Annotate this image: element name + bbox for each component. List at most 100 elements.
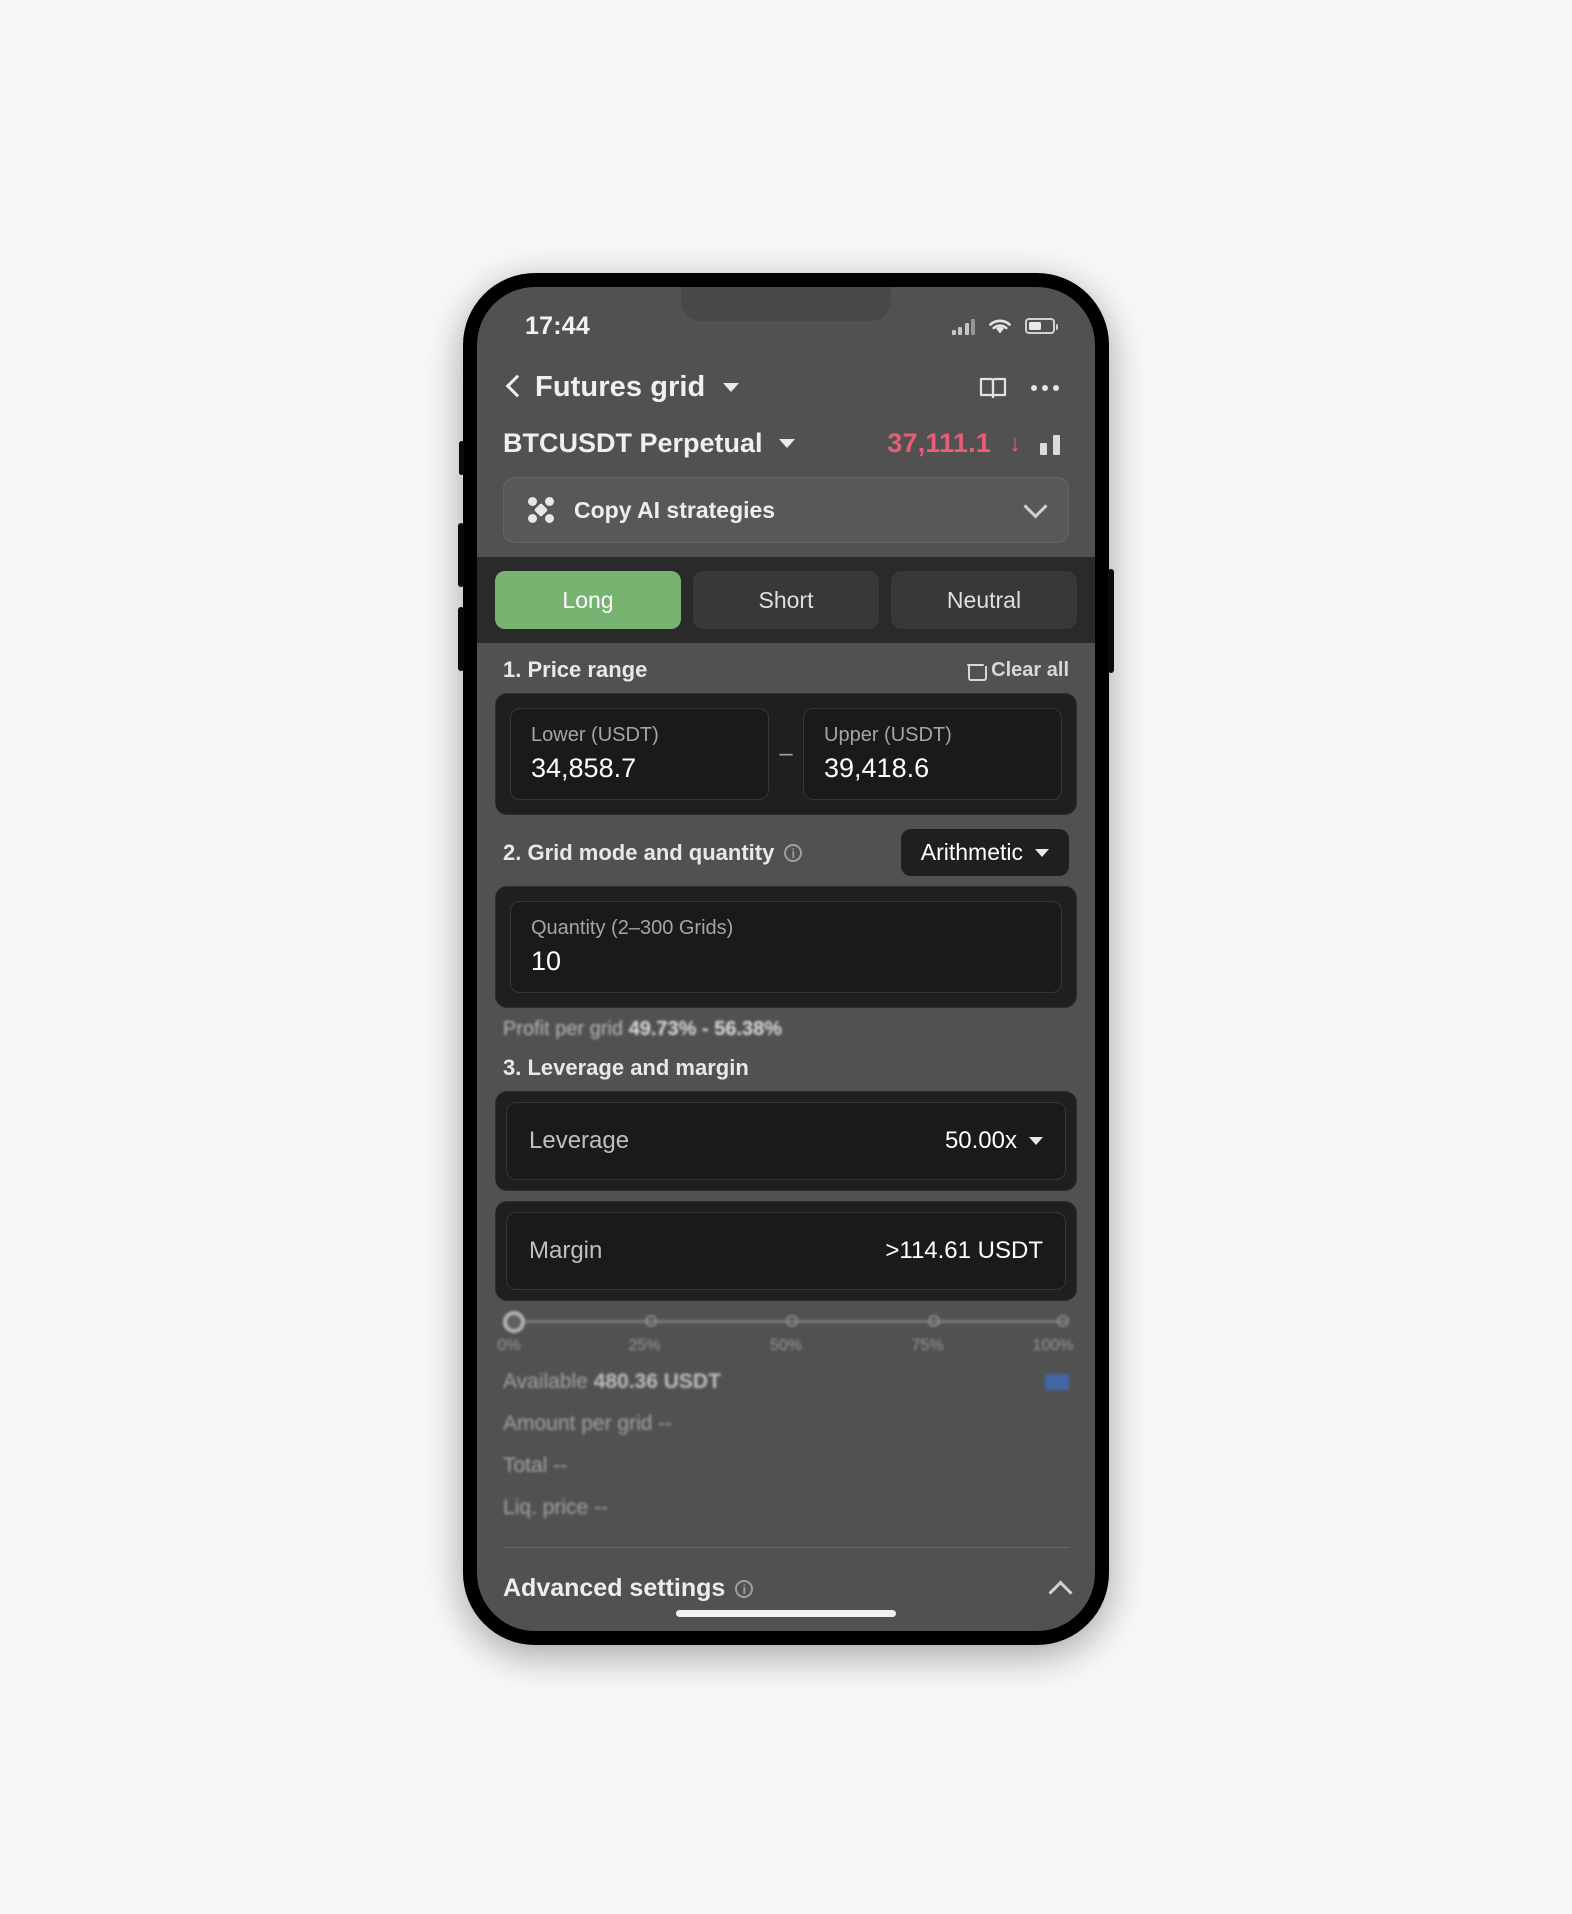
arrow-down-icon: ↓	[1009, 429, 1021, 457]
ai-bar-left: Copy AI strategies	[528, 497, 775, 524]
upper-price-input[interactable]: Upper (USDT) 39,418.6	[803, 708, 1062, 800]
margin-row[interactable]: Margin >114.61 USDT	[506, 1212, 1066, 1290]
volume-down-button[interactable]	[458, 607, 464, 671]
price-range-header: 1. Price range Clear all	[477, 643, 1095, 693]
screenshot-stage: 17:44 Futures grid BTCUSDT Perpetual 37,…	[0, 0, 1572, 1914]
slider-tick-75: 75%	[911, 1337, 944, 1354]
header-right-group	[979, 376, 1059, 400]
margin-percent-slider[interactable]: 0% 25% 50% 75% 100%	[497, 1311, 1073, 1357]
slider-tick-50: 50%	[769, 1337, 803, 1354]
amount-per-grid-label: Amount per grid	[503, 1412, 653, 1435]
tab-long[interactable]: Long	[495, 571, 681, 629]
chevron-down-icon[interactable]	[1023, 494, 1048, 519]
tab-short[interactable]: Short	[693, 571, 879, 629]
range-separator: –	[779, 740, 793, 767]
power-button[interactable]	[1108, 569, 1114, 673]
amount-per-grid-value: --	[658, 1412, 673, 1435]
slider-tick-25: 25%	[628, 1337, 661, 1354]
quantity-card: Quantity (2–300 Grids) 10	[495, 886, 1077, 1008]
book-icon[interactable]	[979, 376, 1007, 400]
grid-mode-header: 2. Grid mode and quantity i Arithmetic	[477, 815, 1095, 886]
caret-down-icon[interactable]	[723, 383, 740, 392]
last-price: 37,111.1	[887, 428, 991, 458]
leverage-row[interactable]: Leverage 50.00x	[506, 1102, 1066, 1180]
symbol-selector[interactable]: BTCUSDT Perpetual	[503, 428, 795, 459]
trash-icon	[967, 662, 988, 681]
slider-knob[interactable]	[503, 1311, 525, 1333]
slider-tick-0: 0%	[497, 1337, 521, 1354]
clear-all-label: Clear all	[991, 658, 1069, 681]
start-condition-value-group: Instant	[974, 1629, 1069, 1631]
leverage-header: 3. Leverage and margin	[477, 1041, 1095, 1091]
direction-tabs-wrap: Long Short Neutral	[477, 557, 1095, 643]
lower-price-input[interactable]: Lower (USDT) 34,858.7	[510, 708, 769, 800]
status-icons	[951, 317, 1058, 336]
total-text: Total --	[503, 1454, 567, 1478]
liq-price-label: Liq. price	[503, 1496, 589, 1519]
symbol-label: BTCUSDT Perpetual	[503, 428, 763, 458]
leverage-label: Leverage	[529, 1127, 630, 1154]
kline-chart-icon[interactable]	[1039, 431, 1069, 457]
info-icon[interactable]: i	[735, 1579, 754, 1598]
cellular-bars-icon	[951, 318, 975, 335]
liq-price-value: --	[594, 1496, 609, 1519]
upper-price-value: 39,418.6	[824, 753, 930, 783]
summary-row-available: Available 480.36 USDT	[503, 1361, 1069, 1403]
lower-price-label: Lower (USDT)	[531, 724, 659, 746]
upper-price-label: Upper (USDT)	[824, 724, 952, 746]
available-value: 480.36 USDT	[593, 1370, 721, 1393]
leverage-section-title: 3. Leverage and margin	[503, 1055, 749, 1080]
summary-row-amount-per-grid: Amount per grid --	[503, 1403, 1069, 1445]
app-header: Futures grid	[477, 349, 1095, 418]
quantity-value: 10	[531, 946, 562, 976]
slider-dot-50	[786, 1315, 798, 1327]
grid-mode-value: Arithmetic	[920, 839, 1023, 865]
quantity-label: Quantity (2–300 Grids)	[531, 917, 734, 939]
price-range-row: Lower (USDT) 34,858.7 – Upper (USDT) 39,…	[510, 708, 1062, 800]
home-indicator[interactable]	[676, 1610, 896, 1617]
ai-sparkle-icon	[528, 497, 554, 523]
caret-down-icon	[778, 439, 795, 448]
margin-card: Margin >114.61 USDT	[495, 1201, 1077, 1301]
profit-per-grid-label: Profit per grid	[503, 1018, 624, 1040]
clear-all-button[interactable]: Clear all	[967, 658, 1069, 682]
grid-mode-title-text: 2. Grid mode and quantity	[503, 839, 775, 865]
total-label: Total	[503, 1454, 548, 1477]
start-condition-label: Start condition	[503, 1629, 650, 1631]
phone-screen: 17:44 Futures grid BTCUSDT Perpetual 37,…	[477, 287, 1095, 1631]
grid-mode-selector[interactable]: Arithmetic	[900, 829, 1069, 876]
chevron-left-icon[interactable]	[505, 374, 521, 402]
profit-per-grid-value: 49.73% - 56.38%	[628, 1018, 783, 1040]
status-bar: 17:44	[477, 287, 1095, 349]
advanced-settings-title: Advanced settings i	[503, 1574, 754, 1603]
caret-down-icon	[1029, 1137, 1043, 1145]
advanced-settings-text: Advanced settings	[503, 1574, 726, 1602]
direction-tabs: Long Short Neutral	[495, 571, 1077, 629]
advanced-settings-header[interactable]: Advanced settings i	[477, 1548, 1095, 1613]
copy-ai-strategies-bar[interactable]: Copy AI strategies	[503, 477, 1069, 543]
status-time: 17:44	[525, 311, 590, 340]
phone-frame: 17:44 Futures grid BTCUSDT Perpetual 37,…	[458, 273, 1114, 1645]
available-label: Available	[503, 1370, 588, 1393]
battery-icon	[1025, 318, 1058, 334]
ticker-row: BTCUSDT Perpetual 37,111.1 ↓	[477, 418, 1095, 477]
slider-dot-100	[1057, 1315, 1069, 1327]
price-range-title: 1. Price range	[503, 657, 648, 682]
quantity-input[interactable]: Quantity (2–300 Grids) 10	[510, 901, 1062, 993]
available-text: Available 480.36 USDT	[503, 1370, 721, 1394]
tab-neutral[interactable]: Neutral	[891, 571, 1077, 629]
more-options-icon[interactable]	[1031, 384, 1059, 391]
notch	[681, 287, 891, 321]
wifi-icon	[989, 319, 1011, 333]
chevron-up-icon[interactable]	[1048, 1579, 1073, 1605]
leverage-card: Leverage 50.00x	[495, 1091, 1077, 1191]
silent-switch[interactable]	[459, 441, 464, 475]
volume-up-button[interactable]	[458, 523, 464, 587]
summary-row-total: Total --	[503, 1445, 1069, 1487]
slider-tick-100: 100%	[1032, 1337, 1074, 1354]
caret-down-icon	[1035, 848, 1049, 857]
info-icon[interactable]: i	[784, 843, 803, 862]
slider-dot-25	[644, 1315, 657, 1327]
wallet-icon[interactable]	[1045, 1374, 1069, 1390]
price-range-card: Lower (USDT) 34,858.7 – Upper (USDT) 39,…	[495, 693, 1077, 815]
